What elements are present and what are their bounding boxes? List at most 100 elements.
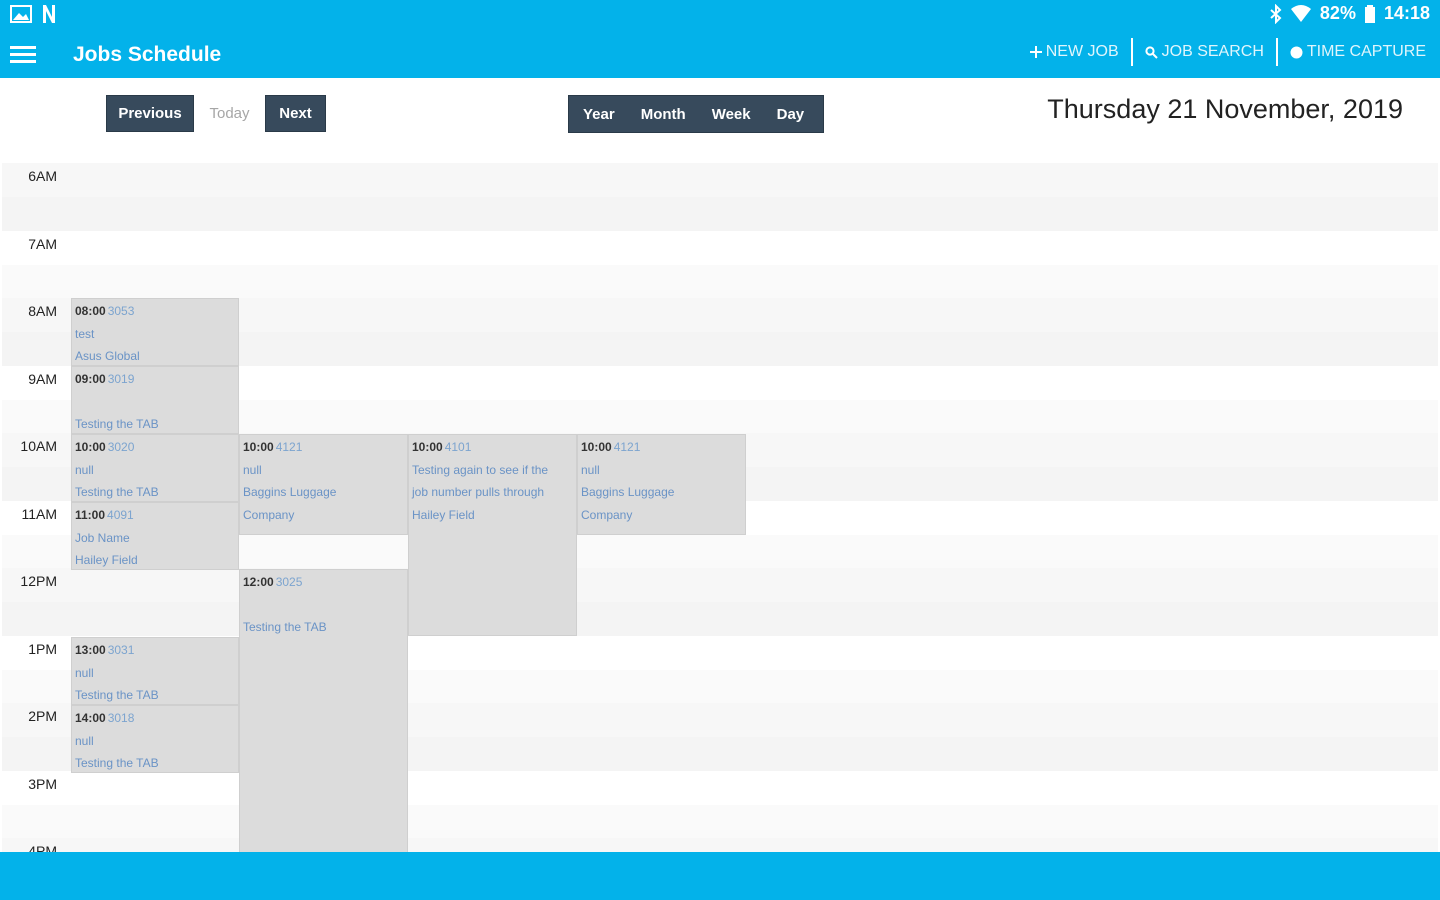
job-event[interactable]: 14:00 3018 null Testing the TAB [71,705,239,773]
previous-button[interactable]: Previous [106,95,194,132]
time-capture-button[interactable]: TIME CAPTURE [1284,43,1432,61]
event-time: 08:00 [75,304,106,318]
bluetooth-icon [1270,3,1282,24]
hour-row[interactable]: 12PM [2,568,1438,636]
event-time: 10:00 [581,440,612,454]
hour-row[interactable]: 7AM [2,230,1438,299]
half-hour-slot[interactable] [2,770,1438,805]
half-hour-slot[interactable] [2,163,1438,197]
job-event[interactable]: 13:00 3031 null Testing the TAB [71,637,239,705]
today-button[interactable]: Today [194,95,265,132]
event-job-number[interactable]: 3018 [108,711,135,725]
hour-label: 9AM [28,370,57,387]
half-hour-slot[interactable] [2,197,1438,231]
event-job-number[interactable]: 3025 [276,575,303,589]
event-detail: Job Name [75,530,130,545]
event-header: 10:00 3020 [75,436,235,459]
job-event[interactable]: 10:00 4121 null Baggins Luggage Company [577,434,746,535]
status-bar: 82% 14:18 [0,0,1440,30]
half-hour-slot[interactable] [2,568,1438,602]
job-event[interactable]: 12:00 3025 Testing the TAB [239,569,408,853]
job-event[interactable]: 08:00 3053 test Asus Global [71,298,239,366]
half-hour-slot[interactable] [2,602,1438,636]
event-detail: Testing the TAB [75,756,159,770]
view-day-button[interactable]: Day [764,106,818,123]
half-hour-slot[interactable] [2,804,1438,839]
battery-icon [1364,4,1375,23]
event-detail: null [75,462,94,477]
new-job-label: NEW JOB [1045,43,1119,60]
event-job-number[interactable]: 3053 [108,304,135,318]
half-hour-slot[interactable] [2,264,1438,299]
hour-label: 2PM [28,708,57,724]
wifi-icon [1290,4,1311,22]
event-job-number[interactable]: 3019 [108,372,135,386]
job-event[interactable]: 10:00 4121 null Baggins Luggage Company [239,434,408,535]
hour-label: 7AM [28,235,57,252]
event-time: 12:00 [243,575,274,589]
event-job-number[interactable]: 4091 [107,508,134,522]
event-detail: Testing the TAB [75,485,159,499]
event-detail: Company [581,507,633,522]
notification-icons [10,4,56,24]
event-job-number[interactable]: 3020 [108,440,135,454]
event-time: 10:00 [75,440,106,454]
half-hour-slot[interactable] [2,838,1438,853]
event-detail: Testing the TAB [75,688,159,702]
job-event[interactable]: 09:00 3019 Testing the TAB [71,366,239,434]
hour-label: 8AM [28,303,57,319]
hour-label: 3PM [28,775,57,792]
next-button[interactable]: Next [265,95,326,132]
view-year-button[interactable]: Year [569,106,628,123]
hour-row[interactable]: 3PM [2,770,1438,839]
event-header: 13:00 3031 [75,639,235,662]
event-time: 09:00 [75,372,106,386]
app-title: Jobs Schedule [73,43,222,66]
event-detail: job number pulls through [412,485,545,499]
day-calendar-grid[interactable]: 6AM 7AM 8AM 9AM 10AM 11AM 12PM 1PM 2PM 3PM 4PM 08:0… [0,163,1440,853]
event-job-number[interactable]: 3031 [108,643,135,657]
hour-row[interactable]: 4PM [2,838,1438,853]
separator [1130,38,1133,66]
event-header: 10:00 4121 [581,436,742,459]
date-navigation: Previous Today Next [106,95,326,132]
hour-label: 6AM [28,168,57,184]
n-app-icon [43,5,55,23]
new-job-button[interactable]: NEW JOB [1024,43,1125,61]
event-detail: Hailey Field [412,507,475,522]
search-icon [1145,45,1158,59]
event-header: 14:00 3018 [75,707,235,730]
event-time: 14:00 [75,711,106,725]
separator [1275,38,1278,66]
hour-label: 10AM [20,438,57,454]
event-detail: null [581,462,600,477]
view-month-button[interactable]: Month [628,106,699,123]
view-week-button[interactable]: Week [699,106,764,123]
event-detail: Baggins Luggage [243,485,337,499]
job-search-button[interactable]: JOB SEARCH [1139,43,1270,61]
job-event[interactable]: 10:00 4101 Testing again to see if the job … [408,434,577,636]
app-bar: Jobs Schedule NEW JOB JOB SEARCH TIME CA… [0,30,1440,78]
event-job-number[interactable]: 4101 [445,440,472,454]
event-detail: Company [243,507,295,522]
event-detail [243,594,404,617]
clock-icon [1290,46,1303,58]
half-hour-slot[interactable] [2,230,1438,265]
hour-row[interactable]: 6AM [2,163,1438,231]
event-job-number[interactable]: 4121 [614,440,641,454]
event-detail [75,391,235,414]
view-switcher: Year Month Week Day [568,95,824,133]
battery-percent: 82% [1319,3,1356,23]
job-event[interactable]: 10:00 3020 null Testing the TAB [71,434,239,502]
bottom-bar [0,852,1440,900]
hamburger-menu-button[interactable] [10,43,36,65]
event-time: 10:00 [412,440,443,454]
job-event[interactable]: 11:00 4091 Job Name Hailey Field [71,502,239,570]
event-job-number[interactable]: 4121 [276,440,303,454]
hour-label: 12PM [20,573,57,589]
hour-label: 11AM [21,505,57,522]
plus-icon [1029,46,1042,58]
event-header: 10:00 4101 [412,436,573,459]
event-detail: null [75,665,94,680]
event-detail: Testing the TAB [243,620,327,634]
